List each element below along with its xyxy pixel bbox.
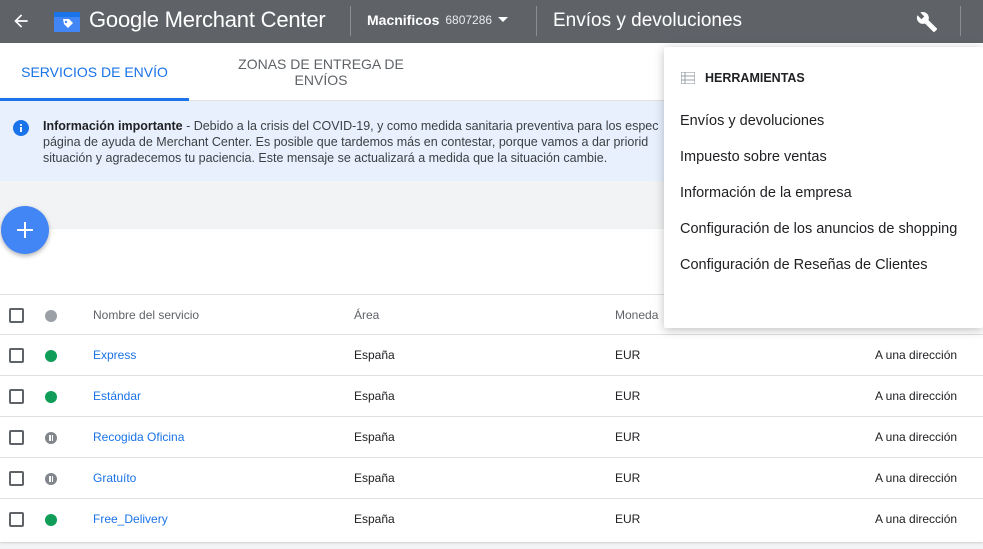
top-app-bar: Google Merchant Center Macnificos 680728… bbox=[0, 0, 983, 43]
divider bbox=[536, 6, 537, 36]
info-icon bbox=[13, 120, 29, 136]
status-active-icon bbox=[45, 350, 57, 362]
banner-line-2: página de ayuda de Merchant Center. Es p… bbox=[43, 135, 649, 149]
select-all-checkbox[interactable] bbox=[9, 308, 24, 323]
service-currency: EUR bbox=[615, 389, 641, 403]
status-active-icon bbox=[45, 514, 57, 526]
status-paused-icon bbox=[45, 473, 57, 485]
dropdown-arrow-icon bbox=[498, 17, 509, 22]
service-name-link[interactable]: Express bbox=[93, 348, 136, 362]
table-row: Recogida Oficina España EUR A una direcc… bbox=[0, 417, 983, 458]
tab-shipping-services[interactable]: SERVICIOS DE ENVÍO bbox=[0, 43, 189, 101]
account-switcher[interactable]: Macnificos 6807286 bbox=[367, 12, 509, 28]
service-destination: A una dirección bbox=[875, 512, 958, 526]
divider bbox=[960, 6, 961, 36]
service-area: España bbox=[354, 348, 395, 362]
menu-item-customer-reviews-config[interactable]: Configuración de Reseñas de Clientes bbox=[680, 257, 927, 273]
tab-delivery-zones[interactable]: ZONAS DE ENTREGA DE ENVÍOS bbox=[226, 43, 416, 101]
table-row: Express España EUR A una dirección bbox=[0, 335, 983, 376]
account-name: Macnificos bbox=[367, 12, 440, 28]
status-header-icon bbox=[45, 310, 57, 322]
banner-line-3: situación y agradecemos tu paciencia. Es… bbox=[43, 151, 608, 165]
row-checkbox[interactable] bbox=[9, 430, 24, 445]
column-header-currency[interactable]: Moneda bbox=[615, 308, 658, 322]
service-destination: A una dirección bbox=[875, 430, 958, 444]
service-name-link[interactable]: Free_Delivery bbox=[93, 512, 168, 526]
table-row: Estándar España EUR A una dirección bbox=[0, 376, 983, 417]
service-destination: A una dirección bbox=[875, 389, 958, 403]
column-header-name[interactable]: Nombre del servicio bbox=[93, 308, 199, 322]
column-header-area[interactable]: Área bbox=[354, 308, 379, 322]
service-currency: EUR bbox=[615, 512, 641, 526]
menu-item-shipping-returns[interactable]: Envíos y devoluciones bbox=[680, 113, 824, 129]
brand-title: Google Merchant Center bbox=[89, 7, 326, 32]
service-area: España bbox=[354, 512, 395, 526]
service-name-link[interactable]: Estándar bbox=[93, 389, 141, 403]
service-destination: A una dirección bbox=[875, 348, 958, 362]
status-paused-icon bbox=[45, 432, 57, 444]
service-name-link[interactable]: Gratuíto bbox=[93, 471, 136, 485]
divider bbox=[350, 6, 351, 36]
row-checkbox[interactable] bbox=[9, 348, 24, 363]
page-title: Envíos y devoluciones bbox=[553, 10, 743, 31]
add-service-button[interactable] bbox=[1, 206, 49, 254]
merchant-center-logo-icon bbox=[53, 8, 81, 34]
service-destination: A una dirección bbox=[875, 471, 958, 485]
account-id: 6807286 bbox=[445, 13, 493, 27]
tools-menu: HERRAMIENTAS Envíos y devoluciones Impue… bbox=[664, 47, 983, 328]
service-area: España bbox=[354, 430, 395, 444]
row-checkbox[interactable] bbox=[9, 512, 24, 527]
menu-item-business-info[interactable]: Información de la empresa bbox=[680, 185, 852, 201]
table-row: Gratuíto España EUR A una dirección bbox=[0, 458, 983, 499]
service-name-link[interactable]: Recogida Oficina bbox=[93, 430, 184, 444]
service-area: España bbox=[354, 389, 395, 403]
service-currency: EUR bbox=[615, 348, 641, 362]
menu-item-shopping-ads-config[interactable]: Configuración de los anuncios de shoppin… bbox=[680, 221, 957, 237]
service-currency: EUR bbox=[615, 471, 641, 485]
table-row: Free_Delivery España EUR A una dirección bbox=[0, 499, 983, 540]
add-icon bbox=[17, 222, 33, 238]
menu-item-sales-tax[interactable]: Impuesto sobre ventas bbox=[680, 149, 827, 165]
status-active-icon bbox=[45, 391, 57, 403]
tools-menu-icon bbox=[681, 72, 695, 84]
banner-line-1: - Debido a la crisis del COVID-19, y com… bbox=[182, 119, 659, 133]
tools-menu-title: HERRAMIENTAS bbox=[705, 71, 805, 85]
tools-menu-header: HERRAMIENTAS bbox=[681, 71, 805, 85]
service-currency: EUR bbox=[615, 430, 641, 444]
service-area: España bbox=[354, 471, 395, 485]
banner-text: Información importante - Debido a la cri… bbox=[43, 118, 663, 166]
row-checkbox[interactable] bbox=[9, 471, 24, 486]
wrench-icon[interactable] bbox=[913, 8, 941, 36]
banner-title: Información importante bbox=[43, 119, 183, 133]
arrow-back-icon[interactable] bbox=[8, 8, 34, 34]
row-checkbox[interactable] bbox=[9, 389, 24, 404]
